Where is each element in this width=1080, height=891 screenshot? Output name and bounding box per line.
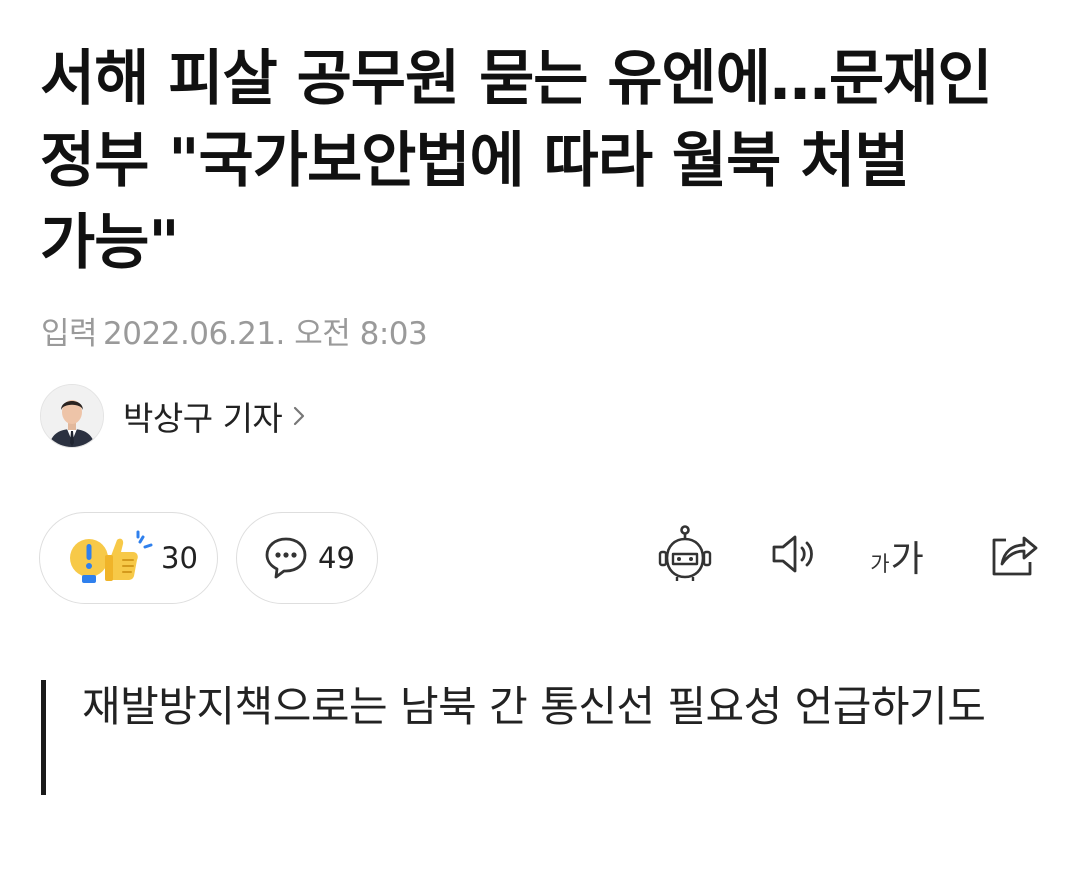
surprise-emoji-icon: [70, 539, 108, 583]
date-value: 2022.06.21. 오전 8:03: [103, 316, 428, 352]
reporter-link[interactable]: 박상구 기자: [40, 383, 306, 449]
speech-bubble-icon: [263, 535, 309, 581]
comment-button[interactable]: 49: [236, 512, 378, 604]
font-size-big: 가: [890, 539, 924, 580]
reaction-button[interactable]: 30: [39, 512, 218, 604]
reporter-avatar: [40, 384, 104, 448]
text-to-speech-button[interactable]: [763, 522, 823, 590]
article-subheading: 재발방지책으로는 남북 간 통신선 필요성 언급하기도: [41, 680, 1021, 795]
thumbs-up-emoji-icon: [105, 530, 153, 581]
date-label: 입력: [41, 316, 98, 352]
summary-bot-button[interactable]: [655, 522, 715, 590]
reaction-icons: [67, 530, 155, 586]
subheading-bar: [41, 680, 46, 795]
article-headline: 서해 피살 공무원 묻는 유엔에…문재인 정부 "국가보안법에 따라 월북 처벌…: [40, 44, 993, 278]
font-size-icon: 가가: [870, 530, 923, 582]
font-size-small: 가: [870, 552, 890, 576]
comment-count: 49: [318, 541, 355, 575]
font-size-button[interactable]: 가가: [867, 522, 927, 590]
reporter-name[interactable]: 박상구 기자: [123, 392, 283, 440]
subheading-text: 재발방지책으로는 남북 간 통신선 필요성 언급하기도: [82, 682, 986, 731]
chevron-right-icon: [292, 405, 306, 427]
reaction-count: 30: [161, 541, 198, 575]
share-button[interactable]: [982, 522, 1042, 590]
speaker-icon: [766, 527, 820, 585]
share-icon: [984, 526, 1040, 586]
robot-summary-icon: [655, 524, 715, 588]
article-dateline: 입력 2022.06.21. 오전 8:03: [41, 308, 428, 353]
